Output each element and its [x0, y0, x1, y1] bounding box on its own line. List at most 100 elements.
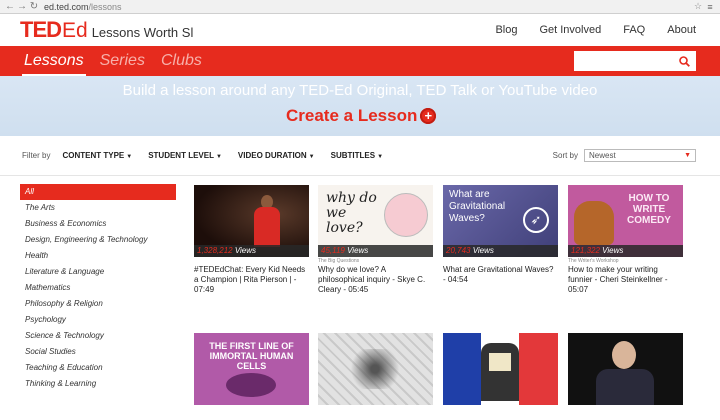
figure-face [489, 353, 511, 371]
create-lesson-banner: Build a lesson around any TED-Ed Origina… [0, 76, 720, 136]
sidebar-item-design-engineering[interactable]: Design, Engineering & Technology [20, 232, 176, 248]
search-box [574, 51, 696, 71]
link-about[interactable]: About [667, 24, 696, 36]
lesson-thumbnail[interactable]: What are Gravitational Waves? ➶ 20,743 V… [443, 185, 558, 257]
link-faq[interactable]: FAQ [623, 24, 645, 36]
sidebar-item-all[interactable]: All [20, 184, 176, 200]
main-nav: Lessons Series Clubs [0, 46, 720, 76]
caret-down-icon: ▼ [126, 154, 133, 160]
lesson-card[interactable]: HOW TO WRITE COMEDY 121,322 Views The Wr… [568, 185, 683, 295]
sidebar-item-philosophy-religion[interactable]: Philosophy & Religion [20, 296, 176, 312]
dropdown-arrow-icon: ▼ [684, 152, 691, 159]
bookmark-star-icon[interactable]: ☆ [692, 1, 704, 12]
views-number: 1,328,212 [197, 246, 233, 255]
tab-clubs[interactable]: Clubs [161, 52, 202, 70]
lesson-title[interactable]: What are Gravitational Waves? - 04:54 [443, 265, 558, 285]
create-lesson-button[interactable]: Create a Lesson + [286, 106, 437, 126]
logo-tagline: Lessons Worth Sl [91, 25, 194, 40]
lesson-title[interactable]: How to make your writing funnier - Cheri… [568, 265, 683, 295]
sidebar-item-teaching-education[interactable]: Teaching & Education [20, 360, 176, 376]
plus-icon: + [420, 108, 437, 124]
speaker-figure [254, 195, 280, 247]
banner-headline: Build a lesson around any TED-Ed Origina… [122, 82, 598, 99]
filter-by-label: Filter by [22, 151, 51, 160]
create-lesson-label: Create a Lesson [286, 106, 418, 125]
lesson-card[interactable]: What are Gravitational Waves? ➶ 20,743 V… [443, 185, 558, 285]
views-count: 20,743 Views [443, 245, 558, 257]
napoleon-illustration [481, 343, 519, 401]
lesson-card[interactable]: 1,328,212 Views #TEDEdChat: Every Kid Ne… [194, 185, 309, 295]
filter-video-duration-label: VIDEO DURATION [237, 151, 307, 160]
back-icon[interactable]: ← [4, 1, 16, 12]
lesson-thumbnail[interactable]: HOW TO WRITE COMEDY 121,322 Views [568, 185, 683, 257]
series-label [194, 258, 309, 264]
filter-bar: Filter by CONTENT TYPE ▼ STUDENT LEVEL ▼ V… [0, 136, 720, 176]
search-icon[interactable] [679, 55, 690, 67]
tab-lessons[interactable]: Lessons [24, 52, 84, 70]
lesson-thumbnail[interactable]: 1,328,212 Views [194, 185, 309, 257]
lesson-card[interactable]: why do we love? 45,119 Views The Big Que… [318, 185, 433, 295]
sidebar-item-literature-language[interactable]: Literature & Language [20, 264, 176, 280]
filter-content-type-label: CONTENT TYPE [62, 151, 125, 160]
top-links: Blog Get Involved FAQ About [495, 24, 696, 36]
link-blog[interactable]: Blog [495, 24, 517, 36]
views-label: Views [602, 246, 624, 255]
sidebar-item-psychology[interactable]: Psychology [20, 312, 176, 328]
reload-icon[interactable]: ↻ [28, 1, 40, 12]
lesson-thumbnail[interactable] [568, 333, 683, 405]
sidebar-item-social-studies[interactable]: Social Studies [20, 344, 176, 360]
lesson-card[interactable] [318, 333, 433, 405]
lesson-thumbnail[interactable]: why do we love? 45,119 Views [318, 185, 433, 257]
url-path: /lessons [88, 1, 122, 12]
caret-down-icon: ▼ [215, 154, 222, 160]
logo-ted: TED [20, 17, 62, 42]
sort-select[interactable]: Newest ▼ [584, 149, 696, 162]
caret-down-icon: ▼ [308, 154, 315, 160]
lesson-card[interactable] [443, 333, 558, 405]
series-label: The Big Questions [318, 258, 360, 264]
views-label: Views [472, 246, 494, 255]
forward-icon[interactable]: → [16, 1, 28, 12]
lesson-title[interactable]: Why do we love? A philosophical inquiry … [318, 265, 433, 295]
thumb-text: What are Gravitational Waves? [449, 189, 506, 224]
sidebar-item-health[interactable]: Health [20, 248, 176, 264]
category-sidebar: All The Arts Business & Economics Design… [20, 184, 176, 392]
lesson-card[interactable]: THE FIRST LINE OF IMMORTAL HUMAN CELLS [194, 333, 309, 405]
sidebar-item-science-technology[interactable]: Science & Technology [20, 328, 176, 344]
tab-series[interactable]: Series [100, 52, 145, 70]
lesson-thumbnail[interactable] [318, 333, 433, 405]
search-input[interactable] [583, 53, 679, 69]
views-count: 45,119 Views [318, 245, 433, 257]
filter-subtitles[interactable]: SUBTITLES ▼ [331, 151, 383, 160]
url-host: ed.ted.com [44, 1, 89, 12]
views-count: 1,328,212 Views [194, 245, 309, 257]
sidebar-item-business-economics[interactable]: Business & Economics [20, 216, 176, 232]
address-bar[interactable]: ed.ted.com/lessons [44, 2, 692, 12]
browser-menu-icon[interactable]: ≡ [704, 2, 716, 12]
ted-ed-logo[interactable]: TED Ed Lessons Worth Sl [20, 17, 193, 43]
lesson-thumbnail[interactable]: THE FIRST LINE OF IMMORTAL HUMAN CELLS [194, 333, 309, 405]
bear-illustration [574, 201, 614, 245]
site-header: TED Ed Lessons Worth Sl Blog Get Involve… [0, 14, 720, 46]
lesson-title[interactable]: #TEDEdChat: Every Kid Needs a Champion |… [194, 265, 309, 295]
heart-illustration [384, 193, 428, 237]
sidebar-item-mathematics[interactable]: Mathematics [20, 280, 176, 296]
views-label: Views [234, 246, 257, 255]
sidebar-item-the-arts[interactable]: The Arts [20, 200, 176, 216]
filter-student-level-label: STUDENT LEVEL [148, 151, 214, 160]
lesson-thumbnail[interactable] [443, 333, 558, 405]
petri-dish-illustration [226, 373, 276, 397]
link-get-involved[interactable]: Get Involved [539, 24, 601, 36]
views-count: 121,322 Views [568, 245, 683, 257]
thumb-text: HOW TO WRITE COMEDY [627, 193, 671, 226]
speaker-suit [596, 369, 654, 405]
thumb-text: why do we love? [326, 190, 377, 236]
flock-illustration [340, 349, 410, 389]
sidebar-item-thinking-learning[interactable]: Thinking & Learning [20, 376, 176, 392]
filter-content-type[interactable]: CONTENT TYPE ▼ [62, 151, 132, 160]
lesson-card[interactable] [568, 333, 683, 405]
filter-subtitles-label: SUBTITLES [330, 151, 376, 160]
filter-student-level[interactable]: STUDENT LEVEL ▼ [148, 151, 222, 160]
browser-chrome: ← → ↻ ed.ted.com/lessons ☆ ≡ [0, 0, 720, 14]
filter-video-duration[interactable]: VIDEO DURATION ▼ [238, 151, 315, 160]
